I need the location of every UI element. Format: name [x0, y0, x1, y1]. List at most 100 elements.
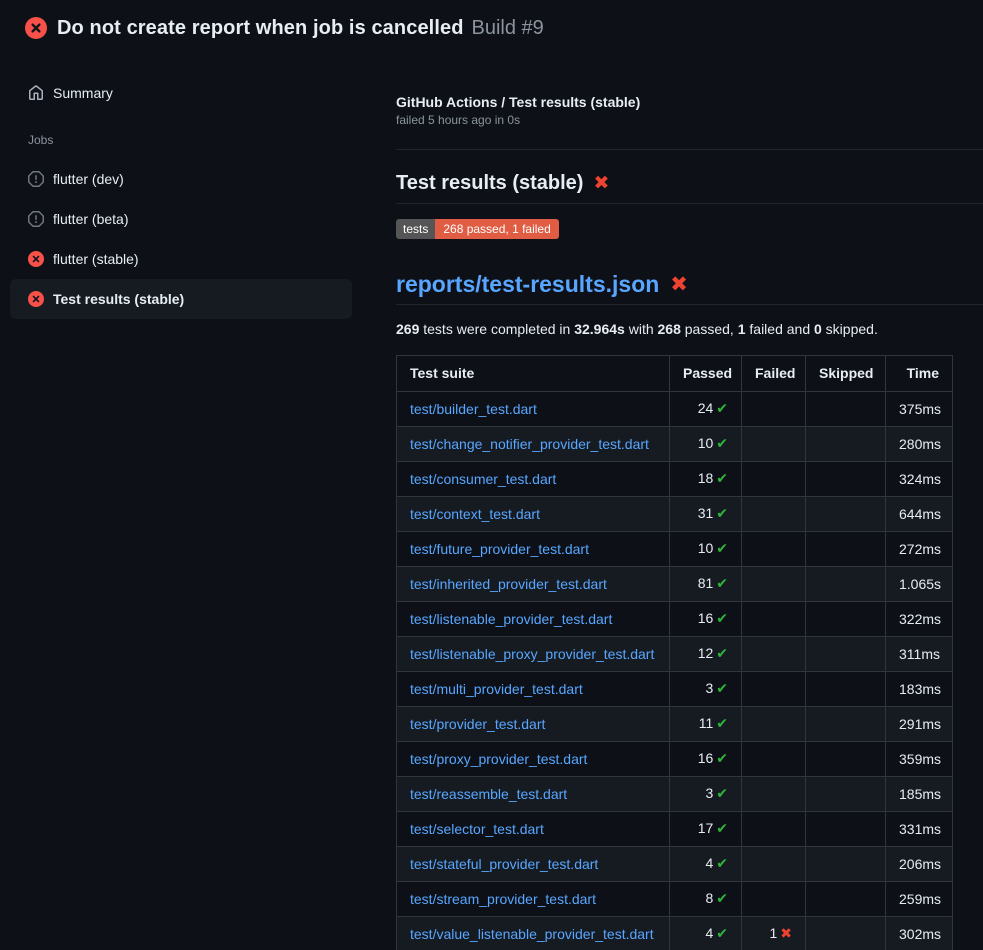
- test-suite-link[interactable]: test/consumer_test.dart: [410, 471, 556, 487]
- page-header: Do not create report when job is cancell…: [0, 0, 983, 56]
- main-panel: GitHub Actions / Test results (stable) f…: [396, 56, 983, 950]
- passed-cell: 10✔: [670, 427, 742, 462]
- column-header-time: Time: [886, 356, 953, 392]
- failed-cell: [742, 812, 806, 847]
- summary-line: 269 tests were completed in 32.964s with…: [396, 321, 983, 337]
- test-suite-link[interactable]: test/change_notifier_provider_test.dart: [410, 436, 649, 452]
- sidebar-job-label: flutter (dev): [53, 171, 124, 187]
- check-icon: ✔: [716, 716, 728, 732]
- skipped-cell: [806, 497, 886, 532]
- check-icon: ✔: [716, 646, 728, 662]
- column-header-passed: Passed: [670, 356, 742, 392]
- table-body: test/builder_test.dart24✔375mstest/chang…: [397, 392, 953, 950]
- sidebar-summary-label: Summary: [53, 85, 113, 101]
- tests-badge: tests 268 passed, 1 failed: [396, 219, 559, 239]
- check-icon: ✔: [716, 436, 728, 452]
- sidebar: Summary Jobs flutter (dev) flutter (beta)…: [0, 56, 396, 319]
- failed-x-circle-icon: [28, 251, 44, 267]
- sidebar-item-job[interactable]: flutter (stable): [10, 239, 352, 279]
- test-suite-link[interactable]: test/reassemble_test.dart: [410, 786, 567, 802]
- skipped-cell: [806, 812, 886, 847]
- passed-cell: 10✔: [670, 532, 742, 567]
- passed-cell: 3✔: [670, 777, 742, 812]
- passed-cell: 8✔: [670, 882, 742, 917]
- failed-count: 1: [738, 321, 746, 337]
- check-icon: ✔: [716, 681, 728, 697]
- passed-cell: 31✔: [670, 497, 742, 532]
- skipped-cell: [806, 742, 886, 777]
- passed-cell: 12✔: [670, 637, 742, 672]
- test-suite-cell: test/change_notifier_provider_test.dart: [397, 427, 670, 462]
- sidebar-item-job[interactable]: Test results (stable): [10, 279, 352, 319]
- test-suite-link[interactable]: test/proxy_provider_test.dart: [410, 751, 587, 767]
- page-title: Do not create report when job is cancell…: [57, 17, 464, 40]
- check-icon: ✔: [716, 821, 728, 837]
- column-header-test-suite: Test suite: [397, 356, 670, 392]
- table-row: test/inherited_provider_test.dart81✔1.06…: [397, 567, 953, 602]
- total-count: 269: [396, 321, 419, 337]
- passed-cell: 17✔: [670, 812, 742, 847]
- failed-cell: [742, 742, 806, 777]
- test-suite-link[interactable]: test/provider_test.dart: [410, 716, 545, 732]
- table-row: test/selector_test.dart17✔331ms: [397, 812, 953, 847]
- cancelled-stop-icon: [28, 211, 44, 227]
- table-row: test/multi_provider_test.dart3✔183ms: [397, 672, 953, 707]
- home-icon: [28, 85, 44, 101]
- skipped-cell: [806, 847, 886, 882]
- failed-x-circle-icon: [28, 291, 44, 307]
- table-row: test/stream_provider_test.dart8✔259ms: [397, 882, 953, 917]
- check-icon: ✔: [716, 506, 728, 522]
- test-suite-cell: test/builder_test.dart: [397, 392, 670, 427]
- check-icon: ✔: [716, 751, 728, 767]
- table-row: test/future_provider_test.dart 10✔ 272ms: [397, 532, 953, 567]
- test-suite-link[interactable]: test/multi_provider_test.dart: [410, 681, 583, 697]
- test-suite-link[interactable]: test/stateful_provider_test.dart: [410, 856, 598, 872]
- build-number: Build #9: [472, 17, 544, 40]
- test-suite-link[interactable]: test/context_test.dart: [410, 506, 540, 522]
- sidebar-item-job[interactable]: flutter (beta): [10, 199, 352, 239]
- test-suite-link[interactable]: test/value_listenable_provider_test.dart: [410, 926, 654, 942]
- test-suite-link[interactable]: test/future_provider_test.dart: [410, 541, 589, 557]
- table-row: test/consumer_test.dart18✔324ms: [397, 462, 953, 497]
- passed-cell: 81✔: [670, 567, 742, 602]
- column-header-failed: Failed: [742, 356, 806, 392]
- skipped-cell: [806, 672, 886, 707]
- table-row: test/provider_test.dart11✔291ms: [397, 707, 953, 742]
- test-suite-link[interactable]: test/listenable_proxy_provider_test.dart: [410, 646, 654, 662]
- failed-cell: [742, 672, 806, 707]
- skipped-cell: [806, 637, 886, 672]
- test-suite-cell: test/listenable_provider_test.dart: [397, 602, 670, 637]
- check-icon: ✔: [716, 856, 728, 872]
- report-title-row: reports/test-results.json ✖: [396, 271, 983, 305]
- check-icon: ✔: [716, 576, 728, 592]
- report-file-link[interactable]: reports/test-results.json: [396, 271, 659, 298]
- skipped-cell: [806, 882, 886, 917]
- test-suite-link[interactable]: test/stream_provider_test.dart: [410, 891, 596, 907]
- sidebar-item-summary[interactable]: Summary: [10, 75, 352, 111]
- jobs-section-label: Jobs: [28, 133, 396, 147]
- skipped-cell: [806, 707, 886, 742]
- check-icon: ✔: [716, 611, 728, 627]
- skipped-cell: [806, 462, 886, 497]
- time-cell: 322ms: [886, 602, 953, 637]
- skipped-cell: [806, 777, 886, 812]
- test-suite-link[interactable]: test/inherited_provider_test.dart: [410, 576, 607, 592]
- failed-cell: [742, 707, 806, 742]
- test-suite-link[interactable]: test/builder_test.dart: [410, 401, 537, 417]
- passed-cell: 18✔: [670, 462, 742, 497]
- time-cell: 280ms: [886, 427, 953, 462]
- check-icon: ✔: [716, 786, 728, 802]
- test-suite-cell: test/multi_provider_test.dart: [397, 672, 670, 707]
- test-suite-link[interactable]: test/listenable_provider_test.dart: [410, 611, 612, 627]
- time-cell: 183ms: [886, 672, 953, 707]
- failed-cell: [742, 882, 806, 917]
- sidebar-item-job[interactable]: flutter (dev): [10, 159, 352, 199]
- sidebar-job-label: flutter (stable): [53, 251, 139, 267]
- sidebar-job-label: Test results (stable): [53, 291, 184, 307]
- failed-cell: [742, 532, 806, 567]
- test-suite-link[interactable]: test/selector_test.dart: [410, 821, 544, 837]
- test-suite-cell: test/consumer_test.dart: [397, 462, 670, 497]
- cancelled-stop-icon: [28, 171, 44, 187]
- time-cell: 272ms: [886, 532, 953, 567]
- test-suite-cell: test/context_test.dart: [397, 497, 670, 532]
